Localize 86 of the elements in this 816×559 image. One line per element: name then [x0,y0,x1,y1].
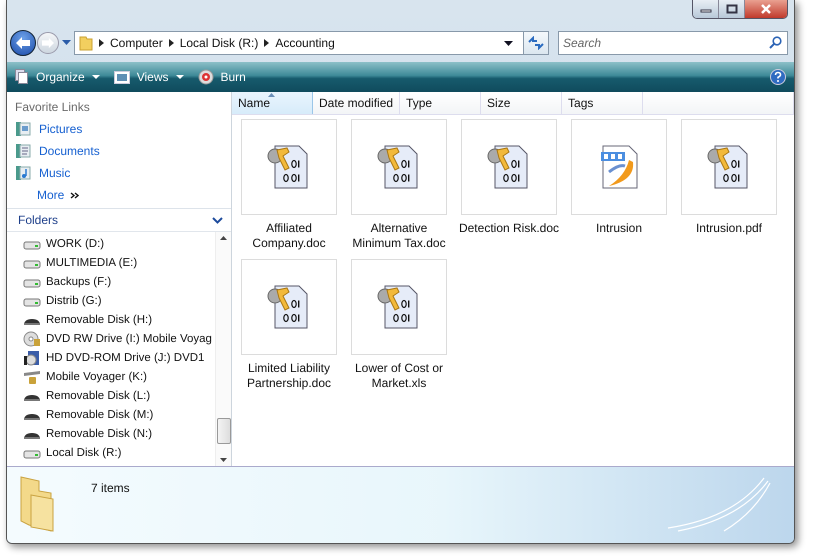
refresh-button[interactable] [523,31,549,55]
removable-drive-icon [23,432,41,439]
breadcrumb[interactable]: Local Disk (R:) [180,36,258,50]
column-header[interactable]: Date modified [313,92,400,114]
back-button[interactable] [10,30,36,56]
sort-arrow-icon [268,93,275,97]
file-name[interactable]: Alternative Minimum Tax.doc [346,221,452,251]
caret-icon [92,75,100,79]
file-name[interactable]: Limited Liability Partnership.doc [236,361,342,391]
folder-tree-item[interactable]: Local Disk (R:) [46,446,122,458]
scrollbar[interactable] [215,232,231,466]
arrow-left-icon [15,36,31,50]
minimize-button[interactable] [693,0,719,18]
folder-tree-item[interactable]: Removable Disk (H:) [46,314,152,326]
close-button[interactable] [745,0,787,18]
help-icon[interactable] [770,69,786,85]
folder-tree-item[interactable]: DVD RW Drive (I:) Mobile Voyag [46,332,212,344]
folder-tree-item[interactable]: Backups (F:) [46,276,112,288]
file-thumbnail[interactable] [351,259,447,355]
folder-tree-item[interactable]: Distrib (G:) [46,294,102,306]
usb-drive-icon [23,368,41,384]
item-count: 7 items [91,481,130,495]
double-chevron-icon[interactable] [70,192,80,198]
toolbar-button[interactable]: Organize [15,67,100,87]
file-name[interactable]: Affiliated Company.doc [236,221,342,251]
maximize-icon [726,4,738,14]
close-icon [760,4,772,14]
scroll-down-icon[interactable] [220,458,227,462]
dropdown-icon[interactable] [504,40,513,46]
search-icon[interactable] [769,36,782,49]
disc-icon [198,69,214,85]
folders-header[interactable]: Folders [18,213,58,227]
more-link[interactable]: More [37,188,64,202]
picture-icon [114,70,130,84]
folder-tree-item[interactable]: Mobile Voyager (K:) [46,370,147,382]
removable-drive-icon [23,413,41,420]
file-thumbnail[interactable] [571,119,667,215]
library-icon[interactable] [15,121,31,137]
file-thumbnail[interactable] [241,259,337,355]
file-name[interactable]: Detection Risk.doc [456,221,562,236]
folder-tree-item[interactable]: Removable Disk (L:) [46,390,150,402]
chevron-down-icon[interactable] [212,216,223,224]
chevron-icon[interactable] [99,39,104,47]
file-name[interactable]: Intrusion.pdf [676,221,782,236]
file-thumbnail[interactable] [461,119,557,215]
arrow-right-icon [41,37,55,49]
section-title: Favorite Links [15,100,91,114]
file-thumbnail[interactable] [241,119,337,215]
address-bar[interactable]: Computer Local Disk (R:) Accounting [74,31,524,55]
scroll-thumb[interactable] [216,418,230,444]
disc-icon [23,330,41,346]
maximize-button[interactable] [719,0,745,18]
column-header[interactable]: Name [232,92,313,114]
caret-icon [176,75,184,79]
toolbar-button[interactable]: Burn [198,67,246,87]
removable-drive-icon [23,318,41,325]
library-icon[interactable] [15,165,31,181]
file-thumbnail[interactable] [351,119,447,215]
column-header[interactable]: Tags [562,92,644,114]
folder-tree-item[interactable]: Removable Disk (M:) [46,408,154,420]
removable-drive-icon [23,394,41,401]
breadcrumb[interactable]: Accounting [275,36,335,50]
file-name[interactable]: Lower of Cost or Market.xls [346,361,452,391]
favorite-link[interactable]: Pictures [39,122,82,136]
toolbar-button[interactable]: Views [114,68,184,86]
caret-icon[interactable] [62,40,71,46]
folder-tree-item[interactable]: Removable Disk (N:) [46,428,152,440]
column-header[interactable]: Size [481,92,562,114]
library-icon[interactable] [15,143,31,159]
folder-tree-item[interactable]: MULTIMEDIA (E:) [46,256,138,268]
refresh-icon [528,36,544,50]
favorite-link[interactable]: Music [39,166,70,180]
breadcrumb[interactable]: Computer [110,36,163,50]
folder-icon [79,35,93,51]
pages-icon [15,69,29,85]
scroll-up-icon[interactable] [220,236,227,240]
chevron-icon[interactable] [264,39,270,47]
file-name[interactable]: Intrusion [566,221,672,236]
column-header[interactable]: Type [400,92,482,114]
file-thumbnail[interactable] [681,119,777,215]
folder-tree-item[interactable]: WORK (D:) [46,238,104,250]
favorite-link[interactable]: Documents [39,144,100,158]
folder-tree-item[interactable]: HD DVD-ROM Drive (J:) DVD1 [46,352,204,364]
chevron-icon[interactable] [168,39,174,47]
disc-drive-icon [23,350,41,366]
search-field[interactable]: Search [558,31,788,55]
